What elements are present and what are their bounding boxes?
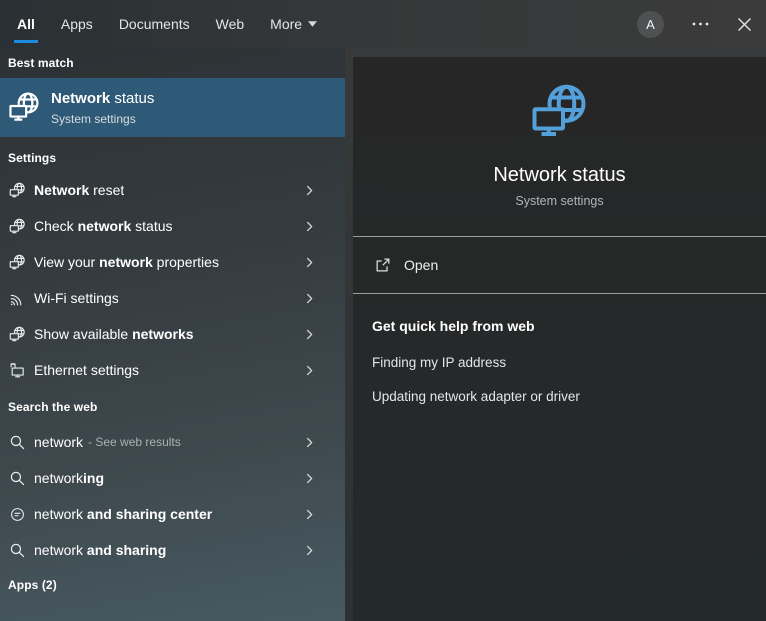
tab-label: More bbox=[270, 16, 302, 32]
network-globe-icon bbox=[9, 254, 26, 271]
chevron-right-icon[interactable] bbox=[303, 364, 316, 377]
search-web-section-header: Search the web bbox=[0, 388, 345, 424]
search-icon bbox=[9, 542, 26, 559]
chevron-right-icon[interactable] bbox=[303, 436, 316, 449]
open-in-window-icon bbox=[374, 256, 392, 274]
chevron-right-icon[interactable] bbox=[303, 256, 316, 269]
apps-section-header: Apps (2) bbox=[0, 568, 345, 600]
result-suffix: - See web results bbox=[88, 435, 181, 449]
best-match-result[interactable]: Network status System settings bbox=[0, 78, 345, 137]
network-globe-icon bbox=[9, 326, 26, 343]
wifi-icon bbox=[9, 290, 26, 307]
tab-more[interactable]: More bbox=[257, 0, 330, 48]
web-results: network - See web results networking netw… bbox=[0, 424, 345, 568]
tab-label: All bbox=[17, 16, 35, 32]
result-label: Wi-Fi settings bbox=[34, 290, 119, 306]
help-link[interactable]: Finding my IP address bbox=[372, 355, 746, 370]
preview-card: Network status System settings Open Get … bbox=[353, 57, 766, 621]
tab-all[interactable]: All bbox=[4, 0, 48, 48]
result-label: networking bbox=[34, 470, 104, 486]
quick-help-header: Get quick help from web bbox=[372, 318, 746, 334]
quick-help-links: Finding my IP address Updating network ad… bbox=[372, 355, 746, 404]
search-icon bbox=[9, 434, 26, 451]
result-row[interactable]: network and sharing bbox=[0, 532, 345, 568]
best-match-subtitle: System settings bbox=[51, 112, 154, 126]
topbar-actions: A bbox=[637, 0, 766, 48]
network-globe-icon bbox=[8, 91, 41, 124]
tab-apps[interactable]: Apps bbox=[48, 0, 106, 48]
tab-label: Apps bbox=[61, 16, 93, 32]
result-row[interactable]: network - See web results bbox=[0, 424, 345, 460]
search-icon bbox=[9, 470, 26, 487]
result-row[interactable]: network and sharing center bbox=[0, 496, 345, 532]
result-row[interactable]: Ethernet settings bbox=[0, 352, 345, 388]
chevron-right-icon[interactable] bbox=[303, 472, 316, 485]
suggestion-icon bbox=[9, 506, 26, 523]
results-panel: Best match Network status System setting… bbox=[0, 48, 345, 621]
settings-results: Network reset Check network status bbox=[0, 172, 345, 388]
result-label: Ethernet settings bbox=[34, 362, 139, 378]
chevron-right-icon[interactable] bbox=[303, 292, 316, 305]
tab-documents[interactable]: Documents bbox=[106, 0, 203, 48]
result-row[interactable]: Show available networks bbox=[0, 316, 345, 352]
result-row[interactable]: Check network status bbox=[0, 208, 345, 244]
result-row[interactable]: Network reset bbox=[0, 172, 345, 208]
more-options-icon[interactable] bbox=[691, 21, 710, 27]
open-action[interactable]: Open bbox=[353, 237, 766, 293]
tab-web[interactable]: Web bbox=[203, 0, 258, 48]
tab-label: Documents bbox=[119, 16, 190, 32]
tab-label: Web bbox=[216, 16, 245, 32]
chevron-right-icon[interactable] bbox=[303, 508, 316, 521]
result-label: Show available networks bbox=[34, 326, 194, 342]
chevron-right-icon[interactable] bbox=[303, 328, 316, 341]
search-flyout: AllAppsDocumentsWebMore A Best match Net bbox=[0, 0, 766, 621]
result-label: network bbox=[34, 434, 83, 450]
result-label: View your network properties bbox=[34, 254, 219, 270]
ethernet-icon bbox=[9, 362, 26, 379]
network-globe-icon bbox=[9, 182, 26, 199]
result-label: Network reset bbox=[34, 182, 124, 198]
open-action-label: Open bbox=[404, 257, 438, 273]
chevron-right-icon[interactable] bbox=[303, 184, 316, 197]
result-row[interactable]: View your network properties bbox=[0, 244, 345, 280]
preview-panel: Network status System settings Open Get … bbox=[345, 48, 766, 621]
search-filter-bar: All Apps Documents Web More A bbox=[0, 0, 766, 48]
result-label: network and sharing center bbox=[34, 506, 212, 522]
close-icon[interactable] bbox=[737, 17, 752, 32]
settings-section-header: Settings bbox=[0, 137, 345, 172]
chevron-right-icon[interactable] bbox=[303, 220, 316, 233]
help-link[interactable]: Updating network adapter or driver bbox=[372, 389, 746, 404]
result-label: network and sharing bbox=[34, 542, 166, 558]
preview-title: Network status bbox=[353, 164, 766, 187]
avatar[interactable]: A bbox=[637, 11, 664, 38]
result-row[interactable]: networking bbox=[0, 460, 345, 496]
result-label: Check network status bbox=[34, 218, 173, 234]
preview-hero: Network status System settings bbox=[353, 57, 766, 236]
quick-help-section: Get quick help from web Finding my IP ad… bbox=[353, 294, 766, 404]
network-globe-icon bbox=[9, 218, 26, 235]
network-globe-icon bbox=[530, 82, 590, 142]
best-match-title: Network status bbox=[51, 90, 154, 108]
filter-tabs: All Apps Documents Web More bbox=[0, 0, 330, 48]
best-match-header: Best match bbox=[0, 48, 345, 78]
chevron-right-icon[interactable] bbox=[303, 544, 316, 557]
result-row[interactable]: Wi-Fi settings bbox=[0, 280, 345, 316]
chevron-down-icon bbox=[308, 21, 317, 27]
preview-subtitle: System settings bbox=[353, 194, 766, 208]
